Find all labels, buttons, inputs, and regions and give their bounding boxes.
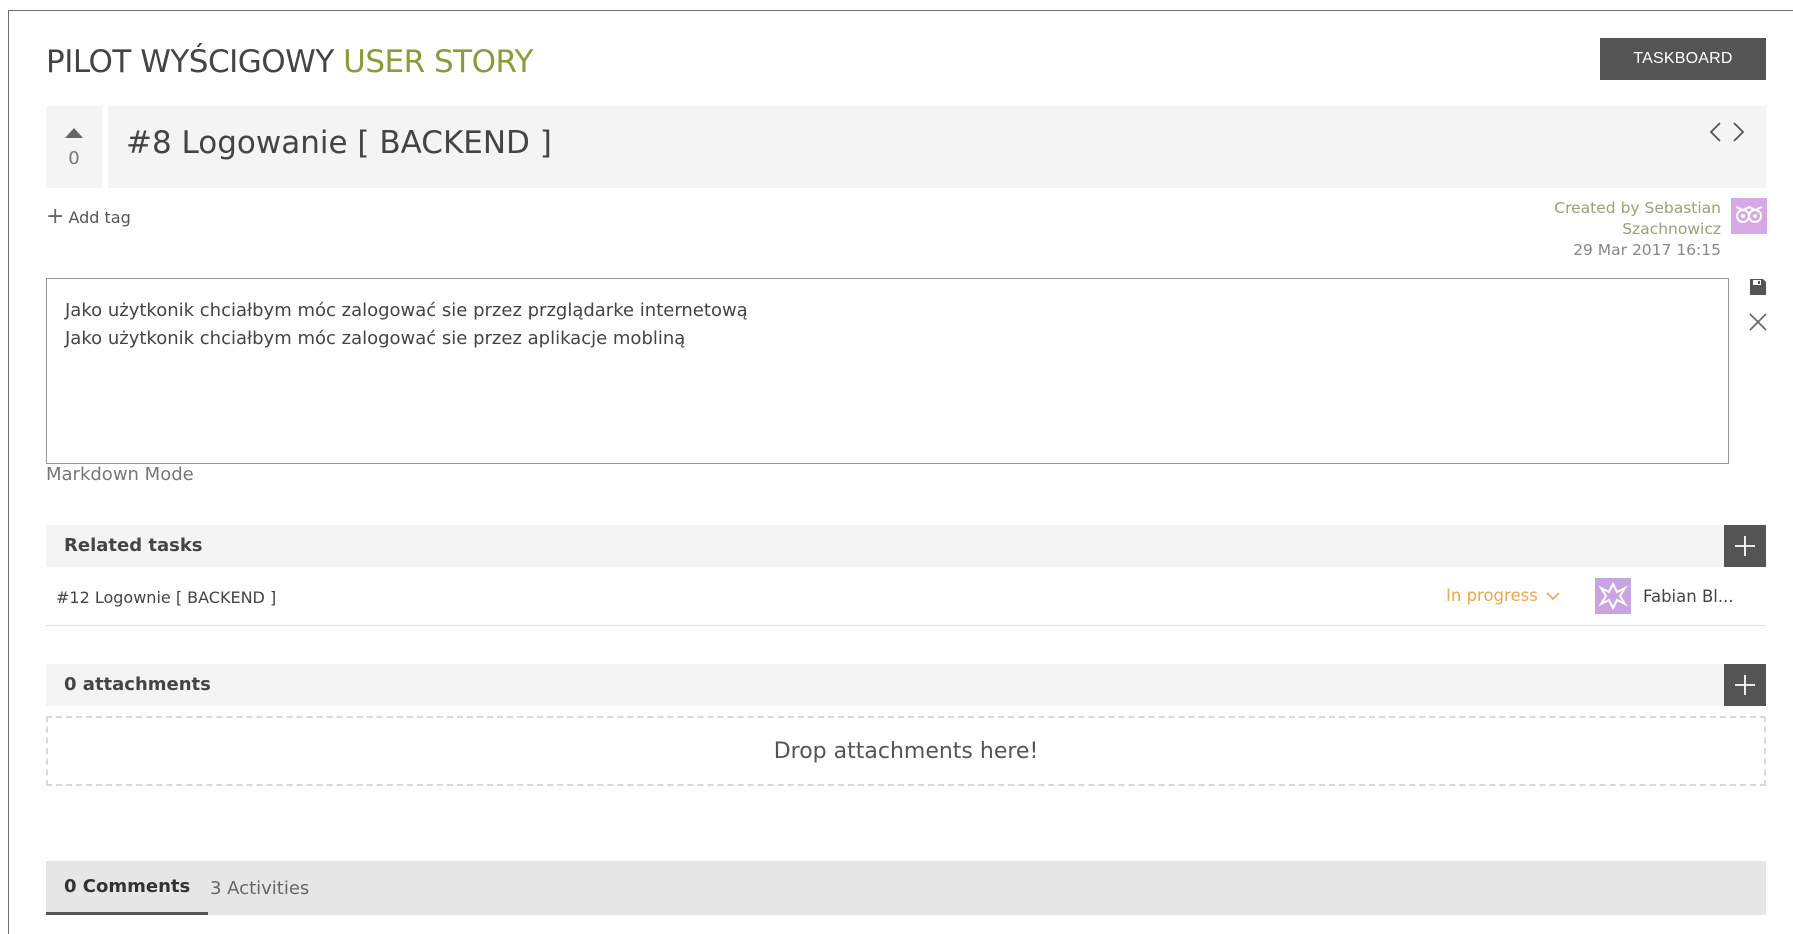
- owl-avatar-icon: [1735, 205, 1763, 223]
- vote-box: 0: [46, 106, 102, 188]
- owner-avatar[interactable]: [1731, 198, 1767, 234]
- markdown-mode-label[interactable]: Markdown Mode: [46, 464, 194, 485]
- add-tag-button[interactable]: + Add tag: [46, 206, 131, 228]
- attachments-header: 0 attachments: [46, 664, 1766, 706]
- add-task-button[interactable]: [1724, 525, 1766, 567]
- vote-count: 0: [68, 148, 80, 169]
- story-title[interactable]: #8 Logowanie [ BACKEND ]: [126, 125, 552, 161]
- task-status-label: In progress: [1446, 586, 1538, 605]
- description-editor[interactable]: Jako użytkonik chciałbym móc zalogować s…: [46, 278, 1729, 464]
- created-by-info: Created by Sebastian Szachnowicz 29 Mar …: [1554, 198, 1721, 261]
- add-attachment-button[interactable]: [1724, 664, 1766, 706]
- comments-tabs: 0 Comments 3 Activities: [46, 861, 1766, 915]
- created-by-line2: Szachnowicz: [1622, 220, 1721, 238]
- description-line: Jako użytkonik chciałbym móc zalogować s…: [65, 328, 686, 349]
- created-by-line1: Created by Sebastian: [1554, 199, 1721, 217]
- description-line: Jako użytkonik chciałbym móc zalogować s…: [65, 300, 748, 321]
- dragon-avatar-icon: [1598, 581, 1628, 611]
- assignee-name[interactable]: Fabian Bl...: [1643, 587, 1734, 606]
- attachments-title: 0 attachments: [64, 674, 211, 695]
- plus-icon: [1735, 536, 1755, 556]
- task-name[interactable]: #12 Logownie [ BACKEND ]: [56, 588, 276, 607]
- assignee-avatar[interactable]: [1595, 578, 1631, 614]
- item-type: USER STORY: [343, 44, 533, 80]
- tab-activities[interactable]: 3 Activities: [192, 861, 327, 915]
- table-row: #12 Logownie [ BACKEND ] In progress Fab…: [46, 572, 1766, 626]
- tab-comments[interactable]: 0 Comments: [46, 861, 209, 915]
- chevron-down-icon: [1546, 591, 1560, 600]
- chevron-left-icon[interactable]: [1708, 120, 1722, 144]
- close-icon[interactable]: [1748, 312, 1768, 332]
- add-tag-label: Add tag: [68, 207, 131, 227]
- attachment-drop-zone[interactable]: Drop attachments here!: [46, 716, 1766, 786]
- drop-zone-label: Drop attachments here!: [773, 738, 1039, 764]
- plus-icon: [1735, 675, 1755, 695]
- upvote-icon[interactable]: [65, 128, 83, 138]
- taskboard-button[interactable]: TASKBOARD: [1600, 38, 1766, 80]
- story-navigation: [1708, 120, 1746, 144]
- page-title: PILOT WYŚCIGOWY USER STORY: [46, 44, 533, 80]
- chevron-right-icon[interactable]: [1732, 120, 1746, 144]
- save-icon[interactable]: [1749, 278, 1767, 296]
- created-date: 29 Mar 2017 16:15: [1573, 241, 1721, 259]
- story-title-bar: #8 Logowanie [ BACKEND ]: [108, 106, 1766, 188]
- project-name: PILOT WYŚCIGOWY: [46, 44, 334, 80]
- related-tasks-header: Related tasks: [46, 525, 1766, 567]
- plus-icon: +: [46, 204, 65, 229]
- related-tasks-title: Related tasks: [64, 535, 203, 556]
- task-status-dropdown[interactable]: In progress: [1446, 586, 1560, 605]
